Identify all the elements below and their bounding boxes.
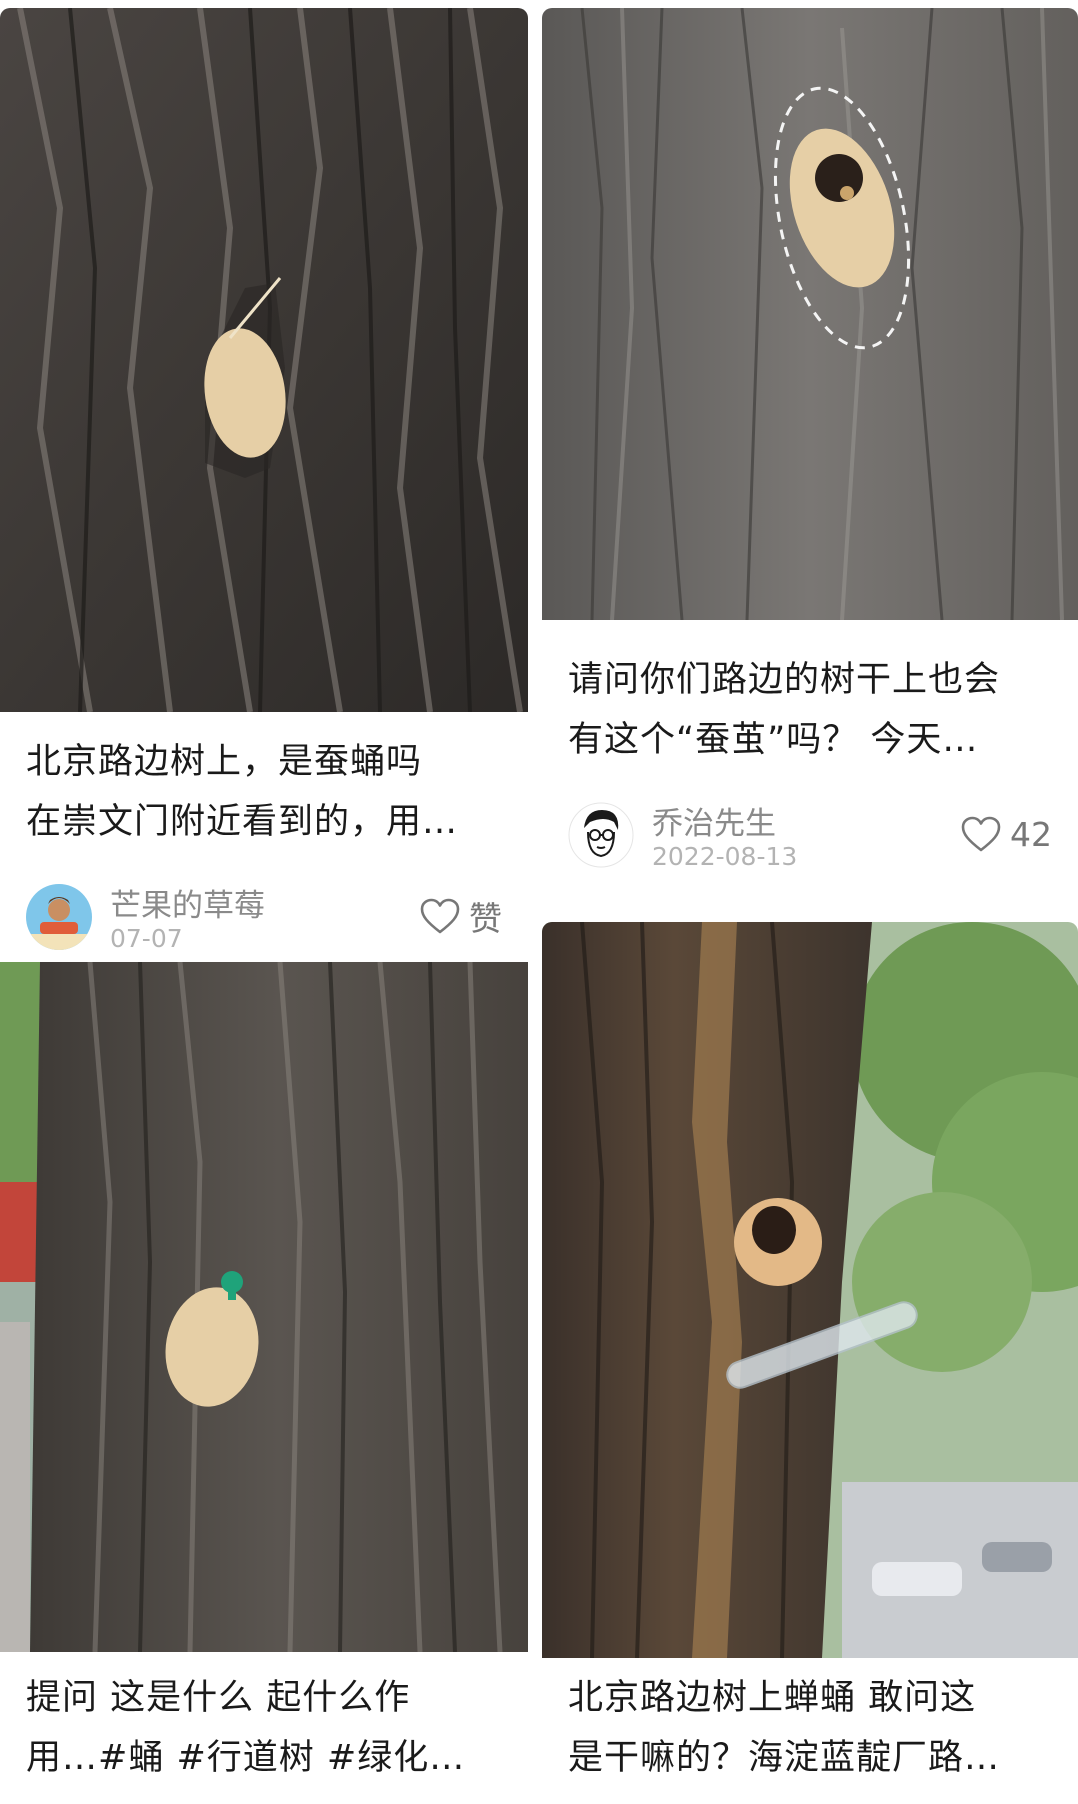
like-button[interactable]: 42 bbox=[960, 814, 1052, 854]
author-name[interactable]: 芒果的草莓 bbox=[110, 880, 265, 925]
post-title[interactable]: 北京路边树上蝉蛹 敢问这 是干嘛的？海淀蓝靛厂路… bbox=[568, 1668, 1056, 1788]
heart-icon bbox=[961, 816, 1001, 852]
post-photo[interactable] bbox=[0, 962, 528, 1652]
post-date: 2022-08-13 bbox=[652, 842, 798, 871]
like-count: 赞 bbox=[469, 899, 502, 938]
avatar[interactable] bbox=[568, 802, 634, 868]
feed-card[interactable]: 北京路边树上，是蚕蛹吗 在崇文门附近看到的，用… 芒果的草莓 07-07 赞 bbox=[0, 0, 528, 955]
feed-card[interactable]: 提问 这是什么 起什么作 用…#蛹 #行道树 #绿化… bbox=[0, 962, 528, 1804]
post-date: 07-07 bbox=[110, 924, 183, 953]
post-photo[interactable] bbox=[0, 8, 528, 712]
post-photo[interactable] bbox=[542, 922, 1078, 1658]
heart-icon bbox=[420, 898, 460, 934]
post-photo[interactable] bbox=[542, 8, 1078, 620]
author-name[interactable]: 乔治先生 bbox=[652, 798, 776, 843]
post-title[interactable]: 请问你们路边的树干上也会 有这个“蚕茧”吗？ 今天… bbox=[568, 650, 1056, 770]
post-meta: 乔治先生 2022-08-13 42 bbox=[568, 798, 1052, 874]
feed-card[interactable]: 北京路边树上蝉蛹 敢问这 是干嘛的？海淀蓝靛厂路… bbox=[542, 922, 1078, 1804]
like-button[interactable]: 赞 bbox=[419, 896, 502, 938]
post-title[interactable]: 北京路边树上，是蚕蛹吗 在崇文门附近看到的，用… bbox=[26, 732, 506, 852]
like-count: 42 bbox=[1010, 814, 1052, 854]
avatar[interactable] bbox=[26, 884, 92, 950]
post-meta: 芒果的草莓 07-07 赞 bbox=[26, 880, 502, 955]
feed-card[interactable]: 请问你们路边的树干上也会 有这个“蚕茧”吗？ 今天… 乔治先生 2022-08-… bbox=[542, 0, 1078, 920]
post-title[interactable]: 提问 这是什么 起什么作 用…#蛹 #行道树 #绿化… bbox=[26, 1668, 506, 1788]
